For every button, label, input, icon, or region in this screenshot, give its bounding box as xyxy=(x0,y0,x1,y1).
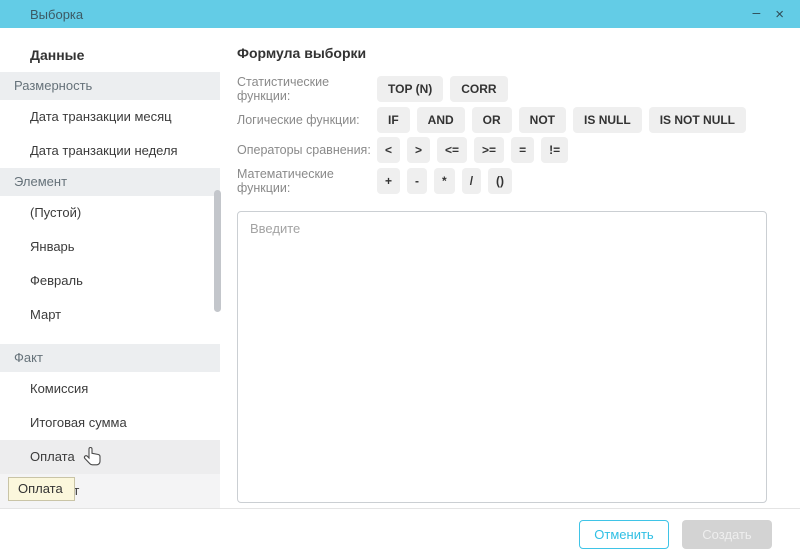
op-button-lte[interactable]: <= xyxy=(437,137,467,163)
func-button-and[interactable]: AND xyxy=(417,107,465,133)
formula-panel-title: Формула выборки xyxy=(237,45,767,61)
sidebar-item-transaction-date-month[interactable]: Дата транзакции месяц xyxy=(0,100,220,134)
tooltip: Оплата xyxy=(8,477,75,501)
func-button-or[interactable]: OR xyxy=(472,107,512,133)
sidebar-item-january[interactable]: Январь xyxy=(0,230,220,264)
func-button-top-n[interactable]: TOP (N) xyxy=(377,76,443,102)
func-button-not[interactable]: NOT xyxy=(519,107,566,133)
selection-dialog-window: { "window": { "title": "Выборка", "minim… xyxy=(0,0,800,559)
func-button-is-not-null[interactable]: IS NOT NULL xyxy=(649,107,746,133)
formula-panel: Формула выборки Статистические функции: … xyxy=(237,28,767,508)
math-button-multiply[interactable]: * xyxy=(434,168,455,194)
comparison-operators-buttons: < > <= >= = != xyxy=(377,137,568,163)
math-button-minus[interactable]: - xyxy=(407,168,427,194)
formula-input[interactable] xyxy=(237,211,767,503)
op-button-eq[interactable]: = xyxy=(511,137,534,163)
create-button[interactable]: Создать xyxy=(682,520,772,549)
cursor-pointer-icon xyxy=(82,446,103,475)
statistical-functions-label: Статистические функции: xyxy=(237,75,377,103)
sidebar-item-february[interactable]: Февраль xyxy=(0,264,220,298)
dialog-footer: Отменить Создать xyxy=(0,508,800,559)
math-button-divide[interactable]: / xyxy=(462,168,481,194)
op-button-gt[interactable]: > xyxy=(407,137,430,163)
sidebar-section-header-fact: Факт xyxy=(0,344,220,372)
sidebar-title: Данные xyxy=(30,47,226,63)
sidebar-item-empty[interactable]: (Пустой) xyxy=(0,196,220,230)
math-functions-row: Математические функции: + - * / () xyxy=(237,167,767,195)
logical-functions-buttons: IF AND OR NOT IS NULL IS NOT NULL xyxy=(377,107,746,133)
statistical-functions-buttons: TOP (N) CORR xyxy=(377,76,508,102)
cancel-button[interactable]: Отменить xyxy=(579,520,669,549)
sidebar-section-header-dimension: Размерность xyxy=(0,72,220,100)
math-button-plus[interactable]: + xyxy=(377,168,400,194)
func-button-corr[interactable]: CORR xyxy=(450,76,507,102)
tooltip-text: Оплата xyxy=(18,481,63,496)
func-button-if[interactable]: IF xyxy=(377,107,410,133)
titlebar: Выборка – × xyxy=(0,0,800,28)
op-button-gte[interactable]: >= xyxy=(474,137,504,163)
math-functions-label: Математические функции: xyxy=(237,167,377,195)
statistical-functions-row: Статистические функции: TOP (N) CORR xyxy=(237,75,767,103)
minimize-icon[interactable]: – xyxy=(752,5,760,23)
sidebar-item-commission[interactable]: Комиссия xyxy=(0,372,220,406)
comparison-operators-label: Операторы сравнения: xyxy=(237,143,377,157)
math-functions-buttons: + - * / () xyxy=(377,168,512,194)
window-title: Выборка xyxy=(0,7,83,22)
op-button-lt[interactable]: < xyxy=(377,137,400,163)
data-sidebar: Данные Размерность Дата транзакции месяц… xyxy=(0,28,226,508)
sidebar-item-payment[interactable]: Оплата xyxy=(0,440,220,474)
sidebar-item-transaction-date-week[interactable]: Дата транзакции неделя xyxy=(0,134,220,168)
sidebar-scrollbar-thumb[interactable] xyxy=(214,190,221,312)
window-controls: – × xyxy=(752,0,784,28)
op-button-neq[interactable]: != xyxy=(541,137,568,163)
close-icon[interactable]: × xyxy=(775,7,784,22)
sidebar-section-header-element: Элемент xyxy=(0,168,220,196)
logical-functions-label: Логические функции: xyxy=(237,113,377,127)
math-button-parentheses[interactable]: () xyxy=(488,168,512,194)
sidebar-item-total-sum[interactable]: Итоговая сумма xyxy=(0,406,220,440)
logical-functions-row: Логические функции: IF AND OR NOT IS NUL… xyxy=(237,107,767,133)
func-button-is-null[interactable]: IS NULL xyxy=(573,107,642,133)
sidebar-item-march[interactable]: Март xyxy=(0,298,220,332)
comparison-operators-row: Операторы сравнения: < > <= >= = != xyxy=(237,137,767,163)
